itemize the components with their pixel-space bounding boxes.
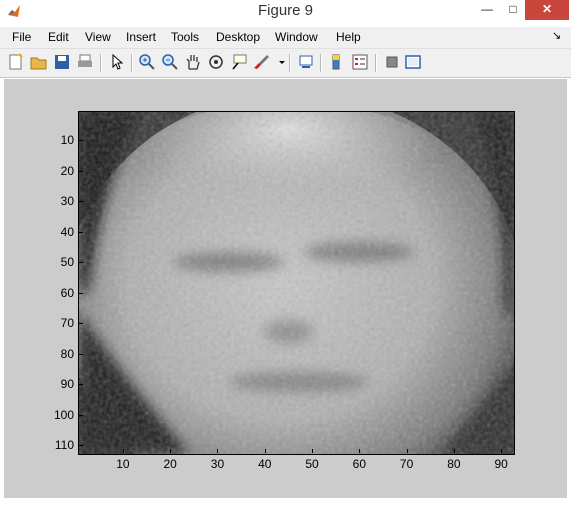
menu-bar: File Edit View Insert Tools Desktop Wind… (0, 27, 571, 49)
x-tick-mark (453, 449, 455, 453)
y-tick-mark (79, 170, 83, 172)
x-tick-mark (264, 449, 266, 453)
open-file-icon[interactable] (30, 53, 48, 71)
toolbar-separator (100, 54, 102, 72)
brush-dropdown-icon[interactable] (273, 53, 285, 71)
y-tick-label: 50 (60, 255, 74, 270)
menu-edit[interactable]: Edit (48, 30, 69, 44)
y-tick-mark (79, 140, 83, 141)
y-tick-label: 10 (60, 133, 74, 147)
y-tick-label: 30 (60, 194, 74, 209)
x-tick-mark (406, 449, 408, 453)
x-tick-label: 30 (210, 457, 225, 471)
y-tick-label: 90 (60, 377, 74, 392)
save-icon[interactable] (53, 53, 71, 71)
hide-plot-tools-icon[interactable] (383, 53, 401, 71)
x-tick-mark (312, 449, 314, 453)
x-tick-mark (501, 449, 503, 453)
rotate-3d-icon[interactable] (207, 53, 225, 71)
data-cursor-icon[interactable] (230, 53, 248, 71)
pointer-icon[interactable] (108, 53, 126, 71)
y-tick-mark (79, 445, 83, 447)
grayscale-face-image (79, 112, 514, 454)
x-tick-mark (170, 449, 172, 453)
y-tick-label: 60 (60, 285, 74, 300)
y-tick-mark (79, 323, 83, 325)
menu-view[interactable]: View (85, 30, 111, 44)
menu-insert[interactable]: Insert (126, 30, 156, 44)
x-tick-label: 90 (494, 457, 508, 471)
x-tick-mark (217, 449, 219, 453)
y-tick-mark (79, 262, 83, 264)
figure-toolbar (0, 49, 571, 78)
y-tick-label: 20 (60, 163, 74, 178)
x-tick-label: 40 (258, 457, 272, 471)
x-tick-label: 60 (352, 457, 366, 471)
colorbar-icon[interactable] (328, 53, 346, 71)
print-icon[interactable] (76, 53, 94, 71)
x-tick-mark (359, 449, 361, 453)
show-plot-tools-icon[interactable] (404, 53, 422, 71)
x-tick-label: 80 (447, 457, 461, 471)
y-tick-mark (79, 201, 83, 203)
y-tick-mark (79, 384, 83, 386)
new-figure-icon[interactable] (7, 53, 25, 71)
menu-tools[interactable]: Tools (171, 30, 199, 44)
minimize-button[interactable]: — (473, 0, 501, 20)
dock-arrow-icon[interactable]: ↘ (552, 29, 561, 42)
y-tick-mark (79, 353, 83, 355)
y-tick-label: 110 (54, 438, 74, 453)
title-bar[interactable]: Figure 9 — □ ✕ (0, 0, 571, 24)
x-tick-label: 20 (163, 457, 177, 471)
legend-icon[interactable] (351, 53, 369, 71)
y-tick-label: 40 (60, 224, 74, 239)
x-tick-label: 70 (399, 457, 414, 471)
zoom-out-icon[interactable] (161, 53, 179, 71)
close-button[interactable]: ✕ (525, 0, 569, 20)
y-tick-mark (79, 292, 83, 294)
image-axes[interactable] (78, 111, 515, 455)
toolbar-separator (320, 54, 322, 72)
maximize-button[interactable]: □ (499, 0, 527, 20)
x-tick-label: 10 (116, 457, 130, 471)
menu-window[interactable]: Window (275, 30, 318, 44)
x-tick-label: 50 (305, 457, 319, 471)
x-tick-mark (122, 449, 124, 453)
toolbar-separator (131, 54, 133, 72)
brush-icon[interactable] (253, 53, 271, 71)
y-tick-label: 70 (60, 316, 74, 331)
y-tick-mark (79, 414, 83, 416)
toolbar-separator (375, 54, 377, 72)
menu-file[interactable]: File (12, 30, 31, 44)
y-tick-label: 80 (60, 346, 74, 361)
link-plot-icon[interactable] (297, 53, 315, 71)
y-tick-label: 100 (53, 407, 74, 422)
toolbar-separator (289, 54, 291, 72)
pan-icon[interactable] (184, 53, 202, 71)
zoom-in-icon[interactable] (138, 53, 156, 71)
menu-help[interactable]: Help (336, 30, 361, 44)
figure-window: Figure 9 — □ ✕ File Edit View Insert Too… (0, 0, 571, 506)
menu-desktop[interactable]: Desktop (216, 30, 260, 44)
y-tick-mark (79, 231, 83, 233)
